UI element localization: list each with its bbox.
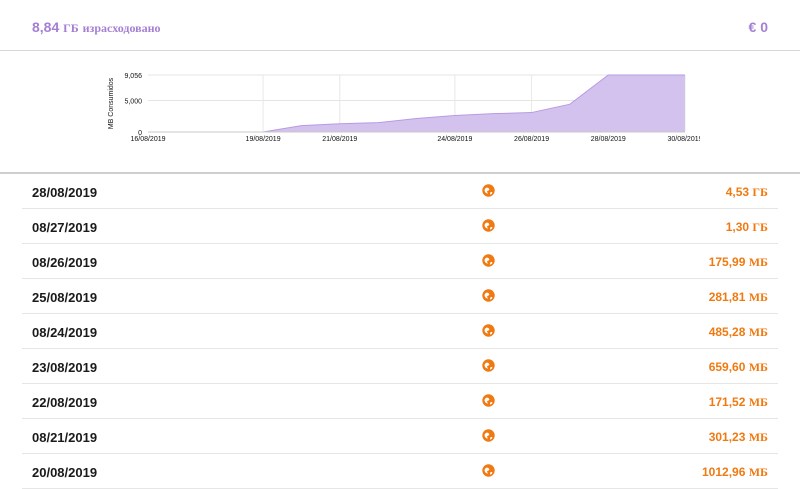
usage-date: 08/26/2019 [32, 255, 98, 270]
usage-amount-value: 301,23 [708, 430, 746, 444]
globe-icon [482, 394, 495, 407]
usage-amount-value: 659,60 [708, 360, 746, 374]
usage-amount: 1012,96 МБ [702, 465, 768, 480]
usage-date: 22/08/2019 [32, 395, 98, 410]
chart-y-tick-label: 9,056 [124, 73, 142, 80]
usage-amount-unit: МБ [748, 465, 768, 479]
usage-amount-unit: МБ [748, 360, 768, 374]
globe-icon [482, 429, 495, 442]
usage-amount-unit: МБ [748, 290, 768, 304]
usage-amount-unit: ГБ [752, 220, 768, 234]
usage-amount: 281,81 МБ [709, 290, 768, 305]
usage-amount: 485,28 МБ [709, 325, 768, 340]
daily-usage-list: 28/08/2019 4,53 ГБ 08/27/2019 1,30 ГБ 08/26/… [0, 172, 800, 489]
chart-x-tick-label: 21/08/2019 [322, 136, 357, 143]
usage-row[interactable]: 20/08/2019 1012,96 МБ [22, 454, 778, 489]
usage-summary: 8,84 ГБ израсходовано € 0 [0, 0, 800, 51]
usage-amount-value: 281,81 [708, 290, 746, 304]
usage-area-chart: 9,0565,000016/08/2019 19/08/2019 21/08/201… [108, 73, 700, 143]
globe-icon [482, 289, 495, 302]
chart-y-tick-label: 5,000 [124, 99, 142, 106]
usage-amount-value: 1012,96 [702, 465, 746, 479]
chart-x-tick-label: 30/08/2019 [667, 136, 700, 143]
usage-row[interactable]: 23/08/2019 659,60 МБ [22, 349, 778, 384]
usage-amount-unit: МБ [748, 255, 768, 269]
usage-amount-unit: ГБ [752, 185, 768, 199]
usage-amount: 171,52 МБ [709, 395, 768, 410]
data-used-label: израсходовано [82, 21, 161, 35]
usage-amount-value: 4,53 [725, 185, 750, 199]
total-cost: € 0 [748, 19, 768, 35]
chart-x-tick-label: 28/08/2019 [591, 136, 626, 143]
usage-row[interactable]: 08/24/2019 485,28 МБ [22, 314, 778, 349]
globe-icon [482, 464, 495, 477]
usage-date: 08/27/2019 [32, 220, 98, 235]
globe-icon [482, 324, 495, 337]
usage-amount-value: 485,28 [708, 325, 746, 339]
usage-amount-value: 175,99 [708, 255, 746, 269]
usage-amount: 659,60 МБ [709, 360, 768, 375]
chart-x-tick-label: 19/08/2019 [246, 136, 281, 143]
usage-amount-unit: МБ [748, 430, 768, 444]
usage-row[interactable]: 22/08/2019 171,52 МБ [22, 384, 778, 419]
usage-date: 25/08/2019 [32, 290, 98, 305]
usage-amount: 4,53 ГБ [726, 185, 768, 200]
usage-date: 23/08/2019 [32, 360, 98, 375]
globe-icon [482, 219, 495, 232]
chart-x-tick-label: 24/08/2019 [437, 136, 472, 143]
chart-x-tick-label: 26/08/2019 [514, 136, 549, 143]
usage-amount-value: 171,52 [708, 395, 746, 409]
usage-row[interactable]: 08/26/2019 175,99 МБ [22, 244, 778, 279]
usage-amount-unit: МБ [748, 325, 768, 339]
usage-amount: 301,23 МБ [709, 430, 768, 445]
usage-row[interactable]: 28/08/2019 4,53 ГБ [22, 174, 778, 209]
data-used-total: 8,84 ГБ израсходовано [32, 19, 161, 36]
globe-icon [482, 254, 495, 267]
usage-amount: 1,30 ГБ [726, 220, 768, 235]
globe-icon [482, 359, 495, 372]
chart-area [148, 75, 685, 132]
usage-row[interactable]: 08/21/2019 301,23 МБ [22, 419, 778, 454]
data-used-value: 8,84 [32, 19, 60, 35]
usage-date: 08/24/2019 [32, 325, 98, 340]
usage-row[interactable]: 25/08/2019 281,81 МБ [22, 279, 778, 314]
usage-date: 20/08/2019 [32, 465, 98, 480]
usage-amount: 175,99 МБ [709, 255, 768, 270]
usage-chart: 9,056 5,000 0 16/08/2019 19/08/2019 21/08/201… [100, 62, 700, 157]
chart-x-tick-label: 16/08/2019 [130, 136, 165, 143]
chart-y-axis-label: MB Consumidos [108, 77, 115, 129]
usage-row[interactable]: 08/27/2019 1,30 ГБ [22, 209, 778, 244]
usage-date: 28/08/2019 [32, 185, 98, 200]
globe-icon [482, 184, 495, 197]
usage-amount-unit: МБ [748, 395, 768, 409]
data-used-unit: ГБ [63, 21, 79, 35]
usage-amount-value: 1,30 [725, 220, 750, 234]
usage-date: 08/21/2019 [32, 430, 98, 445]
